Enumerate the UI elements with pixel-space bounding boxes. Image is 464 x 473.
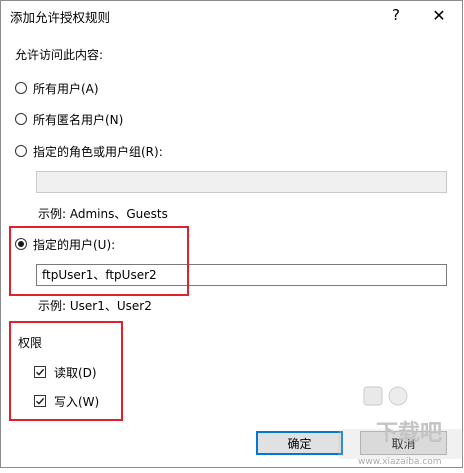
title-bar: 添加允许授权规则 ? ✕ bbox=[1, 1, 462, 31]
roles-example: 示例: Admins、Guests bbox=[38, 207, 168, 221]
add-allow-rule-dialog: 添加允许授权规则 ? ✕ 允许访问此内容: 所有用户(A) 所有匿名用户(N) … bbox=[0, 0, 463, 468]
radio-circle-icon[interactable] bbox=[15, 113, 27, 125]
help-icon: ? bbox=[392, 6, 400, 24]
ok-button[interactable]: 确定 bbox=[256, 431, 343, 455]
roles-input[interactable] bbox=[36, 171, 447, 193]
radio-roles-or-groups-label: 指定的角色或用户组(R): bbox=[33, 144, 163, 159]
watermark: 下载吧 www.xiazaiba.com bbox=[336, 385, 464, 470]
radio-circle-icon[interactable] bbox=[15, 82, 27, 94]
users-example: 示例: User1、User2 bbox=[38, 299, 152, 313]
radio-anonymous-users-label: 所有匿名用户(N) bbox=[33, 112, 124, 127]
highlight-box-permissions bbox=[9, 321, 123, 421]
access-label: 允许访问此内容: bbox=[15, 48, 104, 62]
help-button[interactable]: ? bbox=[376, 3, 416, 27]
radio-roles-or-groups[interactable]: 指定的角色或用户组(R): bbox=[15, 141, 163, 161]
watermark-text: 下载吧 bbox=[376, 421, 443, 446]
watermark-url: www.xiazaiba.com bbox=[358, 457, 442, 467]
close-icon: ✕ bbox=[432, 5, 446, 25]
highlight-box-users bbox=[9, 226, 189, 296]
radio-anonymous-users[interactable]: 所有匿名用户(N) bbox=[15, 109, 123, 129]
window-title: 添加允许授权规则 bbox=[10, 10, 111, 25]
close-button[interactable]: ✕ bbox=[419, 3, 459, 27]
radio-all-users[interactable]: 所有用户(A) bbox=[15, 78, 99, 98]
radio-circle-icon[interactable] bbox=[15, 145, 27, 157]
radio-all-users-label: 所有用户(A) bbox=[33, 81, 99, 96]
ok-button-label: 确定 bbox=[287, 436, 312, 451]
